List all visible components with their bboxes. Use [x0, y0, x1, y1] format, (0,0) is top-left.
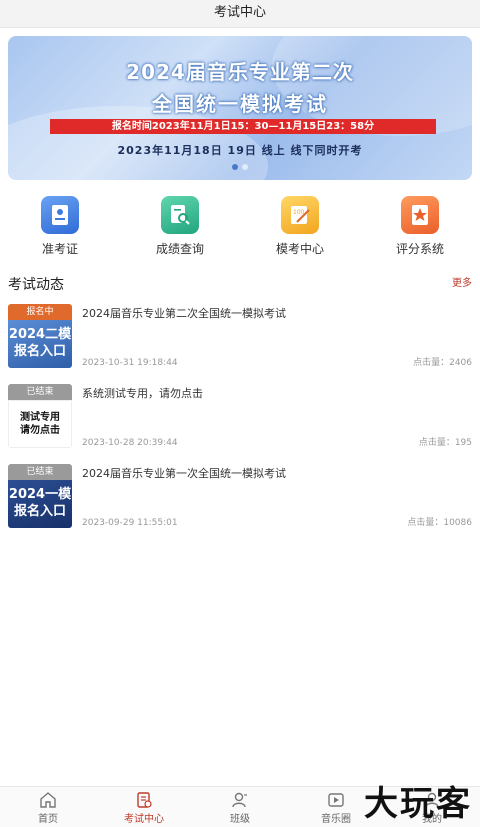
carousel-dot[interactable] [232, 164, 238, 170]
page-title: 考试中心 [0, 0, 480, 28]
news-thumbnail: 报名中 2024二模 报名入口 [8, 304, 72, 368]
news-clicks: 点击量：10086 [407, 518, 472, 528]
admission-ticket-icon [41, 196, 79, 234]
news-item[interactable]: 报名中 2024二模 报名入口 2024届音乐专业第二次全国统一模拟考试 2023… [8, 304, 472, 370]
news-title: 2024届音乐专业第二次全国统一模拟考试 [82, 307, 286, 320]
news-thumbnail: 已结束 2024一模 报名入口 [8, 464, 72, 528]
news-time: 2023-09-29 11:55:01 [82, 518, 178, 528]
thumbnail-caption: 2024一模 报名入口 [8, 480, 72, 528]
news-title: 系统测试专用，请勿点击 [82, 387, 203, 400]
thumbnail-caption: 测试专用 请勿点击 [8, 400, 72, 448]
quick-mock-exam[interactable]: 100 模考中心 [240, 194, 360, 258]
section-title: 考试动态 [8, 277, 64, 293]
quick-label: 评分系统 [395, 242, 444, 256]
quick-label: 模考中心 [275, 242, 324, 256]
news-time: 2023-10-28 20:39:44 [82, 438, 178, 448]
more-link[interactable]: 更多 [452, 274, 472, 289]
thumbnail-caption: 2024二模 报名入口 [8, 320, 72, 368]
thumbnail-line: 2024一模 [8, 487, 72, 503]
home-icon [0, 790, 96, 810]
status-badge: 已结束 [8, 384, 72, 400]
class-icon [192, 790, 288, 810]
quick-score-search[interactable]: 成绩查询 [120, 194, 240, 258]
grading-icon [401, 196, 439, 234]
promo-banner[interactable]: 2024届音乐专业第二次 全国统一模拟考试 报名时间2023年11月1日15：3… [8, 36, 472, 180]
news-clicks: 点击量：195 [418, 438, 472, 448]
news-title: 2024届音乐专业第一次全国统一模拟考试 [82, 467, 286, 480]
quick-grading[interactable]: 评分系统 [360, 194, 480, 258]
tab-label: 首页 [38, 814, 58, 825]
quick-admission-ticket[interactable]: 准考证 [0, 194, 120, 258]
quick-label: 准考证 [41, 242, 78, 256]
quick-actions: 准考证 成绩查询 100 模考中心 评分系统 [0, 194, 480, 258]
banner-headline: 2024届音乐专业第二次 [126, 60, 354, 84]
banner-signup-time: 报名时间2023年11月1日15：30—11月15日23：58分 [50, 119, 436, 134]
status-badge: 报名中 [8, 304, 72, 320]
tab-label: 班级 [230, 814, 250, 825]
news-clicks: 点击量：2406 [413, 358, 472, 368]
watermark: 大玩客 [364, 784, 472, 824]
thumbnail-line: 测试专用 [20, 412, 60, 423]
thumbnail-line: 报名入口 [13, 344, 66, 359]
news-item[interactable]: 已结束 测试专用请勿点击 系统测试专用，请勿点击 2023-10-28 20:3… [8, 384, 472, 450]
news-section-header: 考试动态 更多 [8, 274, 472, 294]
tab-class[interactable]: 班级 [192, 787, 288, 827]
quick-label: 成绩查询 [155, 242, 204, 256]
news-time: 2023-10-31 19:18:44 [82, 358, 178, 368]
carousel-indicator [8, 155, 472, 174]
carousel-dot[interactable] [242, 164, 248, 170]
mock-exam-icon: 100 [281, 196, 319, 234]
thumbnail-line: 报名入口 [13, 504, 66, 519]
status-badge: 已结束 [8, 464, 72, 480]
tab-exam-center[interactable]: 考试中心 [96, 787, 192, 827]
score-search-icon [161, 196, 199, 234]
news-item[interactable]: 已结束 2024一模 报名入口 2024届音乐专业第一次全国统一模拟考试 2023… [8, 464, 472, 530]
thumbnail-line: 请勿点击 [20, 425, 60, 436]
exam-center-icon [96, 790, 192, 810]
thumbnail-line: 2024二模 [8, 327, 72, 343]
news-thumbnail: 已结束 测试专用请勿点击 [8, 384, 72, 448]
tab-home[interactable]: 首页 [0, 787, 96, 827]
banner-subheadline: 全国统一模拟考试 [152, 92, 328, 116]
tab-label: 考试中心 [124, 814, 164, 825]
